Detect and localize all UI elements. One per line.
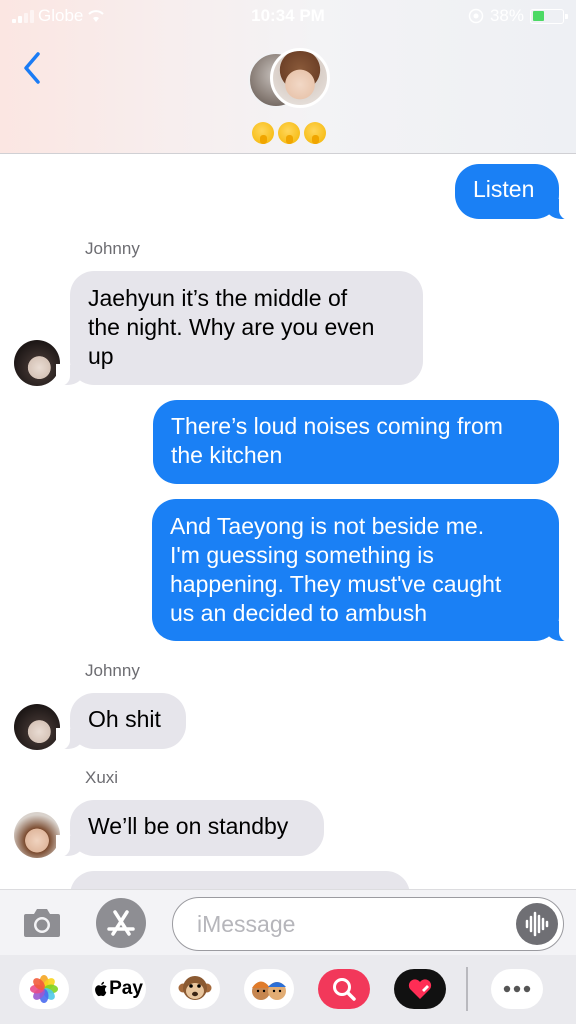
status-bar: Globe 10:34 PM 38% xyxy=(0,0,576,32)
more-icon xyxy=(503,985,531,993)
apple-pay-app[interactable]: Pay xyxy=(92,969,146,1009)
message-text: Listen xyxy=(473,176,535,202)
photos-icon xyxy=(30,975,58,1003)
message-line: up xyxy=(88,343,114,369)
sender-name: Xuxi xyxy=(85,768,119,787)
message-input[interactable] xyxy=(197,908,497,940)
app-store-button[interactable] xyxy=(96,898,146,948)
location-lock-icon xyxy=(468,8,484,24)
shushing-face-icon xyxy=(304,122,326,144)
message-input-field[interactable] xyxy=(172,897,564,951)
search-images-icon xyxy=(318,969,370,1009)
avatar xyxy=(270,48,330,108)
monkey-animoji-icon xyxy=(178,976,212,1000)
drawer-divider xyxy=(466,967,468,1011)
message-line: the kitchen xyxy=(171,442,283,468)
memoji-icon xyxy=(252,981,286,1000)
outgoing-message[interactable]: Listen xyxy=(455,164,573,220)
outgoing-message[interactable]: And Taeyong is not beside me. I'm guessi… xyxy=(152,499,573,642)
composer-bar xyxy=(0,889,576,955)
incoming-message[interactable]: We’ll be on standby xyxy=(56,800,324,857)
message-line: happening. They must've caught xyxy=(170,571,502,597)
shushing-face-icon xyxy=(252,122,274,144)
shushing-face-icon xyxy=(278,122,300,144)
digital-touch-app[interactable] xyxy=(394,969,446,1009)
animoji-app[interactable] xyxy=(170,969,220,1009)
conversation-header: Globe 10:34 PM 38% xyxy=(0,0,576,154)
message-line: There’s loud noises coming from xyxy=(171,413,503,439)
incoming-message[interactable]: Jaehyun it’s the middle of the night. Wh… xyxy=(56,271,423,386)
waveform-icon xyxy=(525,911,549,937)
image-search-app[interactable] xyxy=(318,969,370,1009)
avatar[interactable] xyxy=(14,340,60,386)
sender-name: Johnny xyxy=(85,661,140,680)
message-line: us an decided to ambush xyxy=(170,600,428,626)
memoji-app[interactable] xyxy=(244,969,294,1009)
avatar[interactable] xyxy=(14,704,60,750)
app-drawer: Pay xyxy=(0,955,576,1024)
app-store-icon xyxy=(107,910,135,936)
message-line: Jaehyun it’s the middle of xyxy=(88,285,348,311)
message-thread: Listen Johnny Jaehyun it’s the middle of… xyxy=(0,155,576,890)
outgoing-message[interactable]: There’s loud noises coming from the kitc… xyxy=(153,400,559,484)
avatar[interactable] xyxy=(14,812,60,858)
apple-pay-label: Pay xyxy=(109,978,143,999)
incoming-message[interactable] xyxy=(70,871,410,890)
apple-icon xyxy=(95,981,107,997)
photos-app[interactable] xyxy=(19,969,69,1009)
chevron-left-icon[interactable] xyxy=(18,50,48,86)
digital-touch-icon xyxy=(394,969,446,1009)
incoming-message[interactable]: Oh shit xyxy=(56,693,186,750)
battery-icon xyxy=(530,8,568,24)
camera-icon[interactable] xyxy=(20,902,64,942)
voice-message-button[interactable] xyxy=(516,903,558,945)
status-right: 38% xyxy=(468,6,568,26)
message-text: Oh shit xyxy=(88,706,161,732)
group-name-emojis[interactable] xyxy=(252,122,326,144)
message-line: I'm guessing something is xyxy=(170,542,434,568)
battery-percent: 38% xyxy=(489,6,524,25)
message-text: We’ll be on standby xyxy=(88,813,289,839)
more-apps-button[interactable] xyxy=(491,969,543,1009)
message-line: the night. Why are you even xyxy=(88,314,375,340)
message-line: And Taeyong is not beside me. xyxy=(170,513,485,539)
sender-name: Johnny xyxy=(85,239,140,258)
group-avatar[interactable] xyxy=(248,48,330,114)
